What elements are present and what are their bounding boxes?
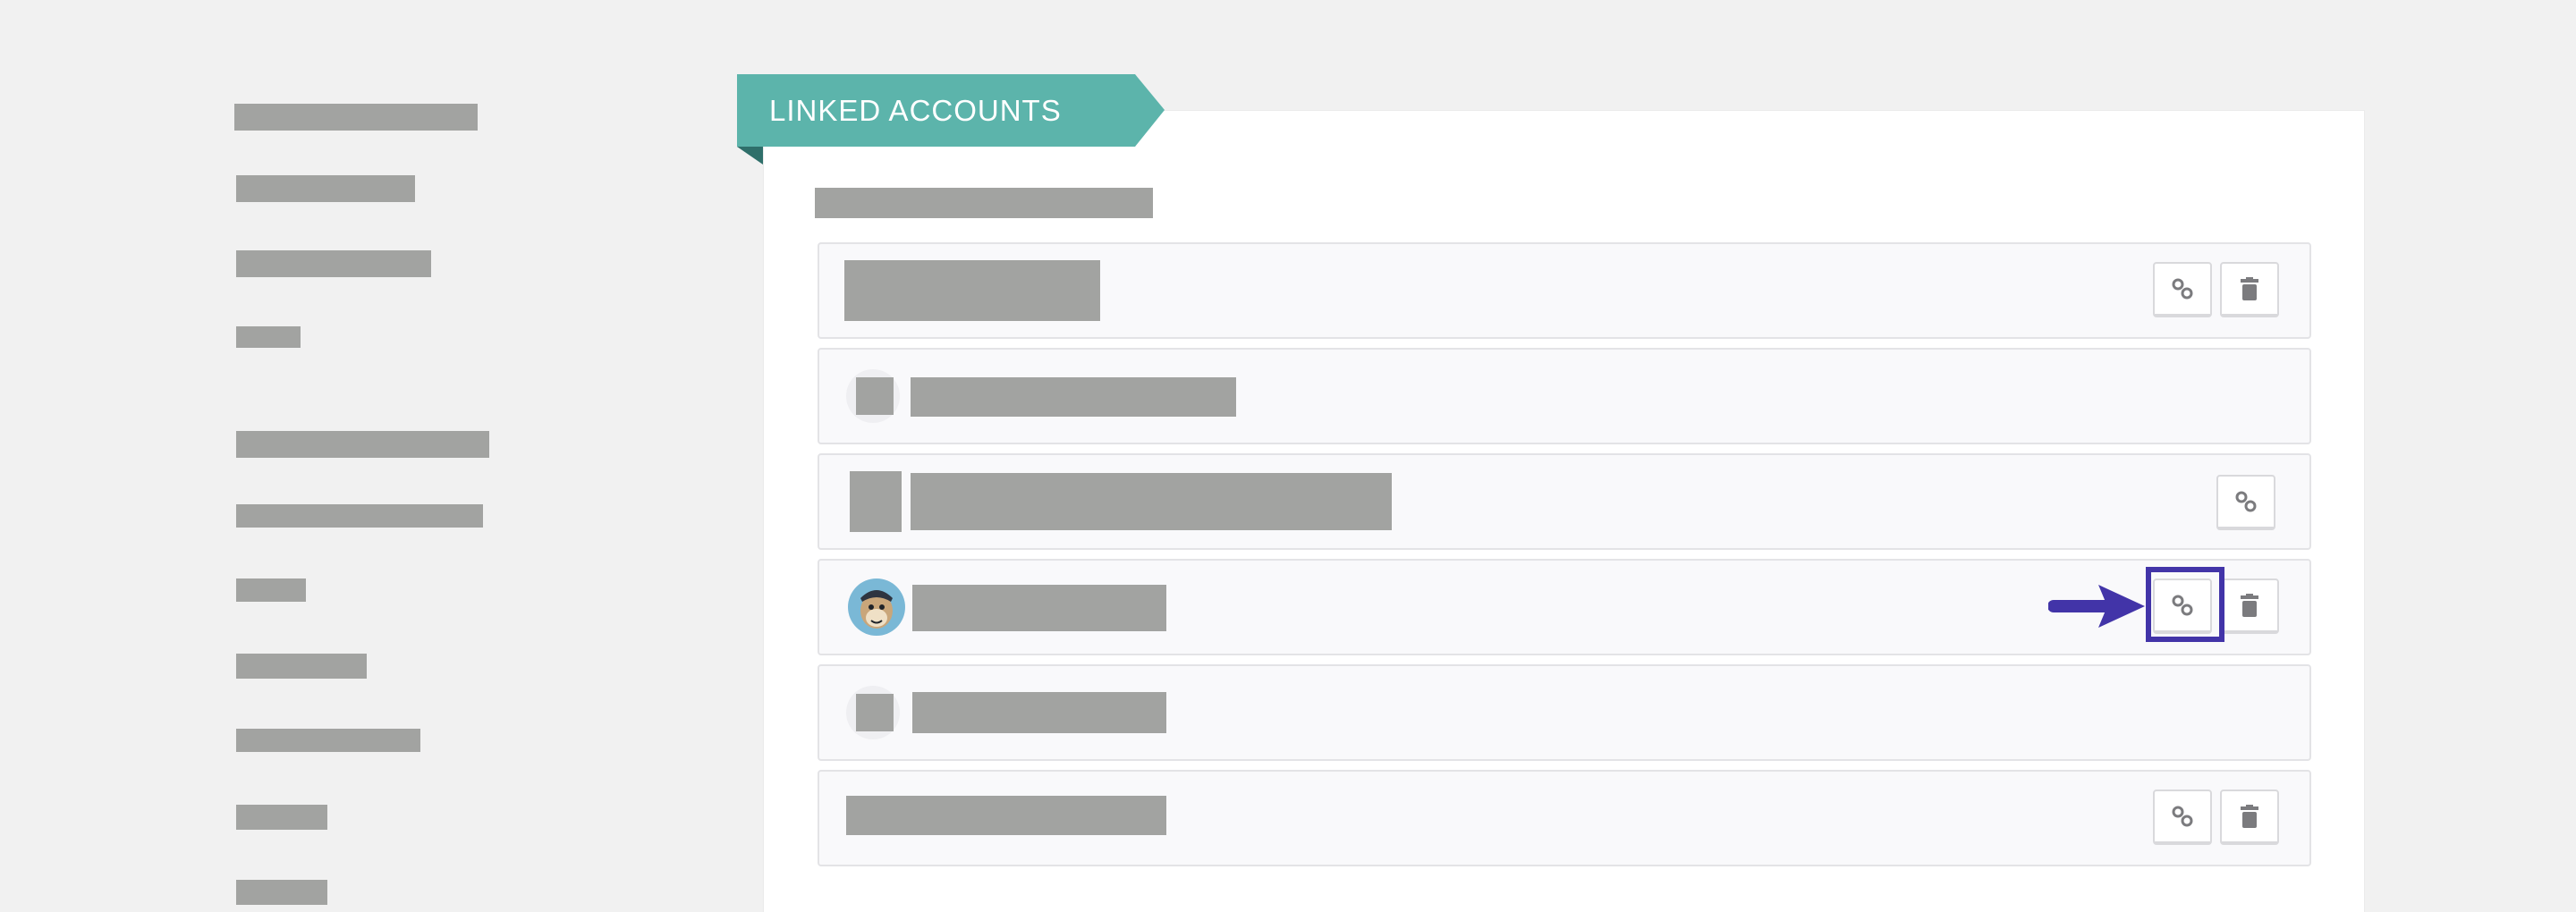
sidebar-item[interactable]	[236, 326, 301, 348]
delete-account-button[interactable]	[2220, 578, 2279, 634]
avatar-placeholder	[856, 377, 894, 415]
account-row	[818, 242, 2311, 339]
account-name	[911, 473, 1392, 530]
sidebar-item[interactable]	[236, 805, 327, 830]
account-name	[912, 692, 1166, 733]
ribbon-fold	[737, 147, 763, 165]
account-name	[846, 796, 1166, 835]
sidebar-item[interactable]	[236, 250, 431, 277]
annotation-highlight	[2146, 567, 2224, 642]
delete-account-button[interactable]	[2220, 790, 2279, 845]
account-name	[912, 585, 1166, 631]
sidebar-item[interactable]	[236, 504, 483, 528]
avatar-placeholder	[856, 694, 894, 731]
link-icon	[2171, 805, 2194, 828]
trash-icon	[2241, 805, 2258, 828]
sidebar-item[interactable]	[236, 578, 306, 602]
link-icon	[2234, 490, 2258, 513]
account-name	[844, 260, 1100, 321]
avatar-placeholder	[850, 471, 902, 532]
account-row	[818, 770, 2311, 866]
trash-icon	[2241, 594, 2258, 617]
link-icon	[2171, 277, 2194, 300]
sidebar-item[interactable]	[234, 104, 478, 131]
sidebar-item[interactable]	[236, 729, 420, 752]
account-row	[818, 453, 2311, 550]
section-ribbon: LINKED ACCOUNTS	[737, 74, 1165, 147]
sidebar-item[interactable]	[236, 431, 489, 458]
trash-icon	[2241, 277, 2258, 300]
section-title: LINKED ACCOUNTS	[769, 93, 1062, 127]
section-heading	[815, 188, 1153, 218]
link-account-button[interactable]	[2216, 475, 2275, 530]
sidebar-item[interactable]	[236, 654, 367, 679]
account-row	[818, 664, 2311, 761]
sidebar-item[interactable]	[236, 175, 415, 202]
annotation-arrow-icon	[2047, 583, 2147, 638]
delete-account-button[interactable]	[2220, 262, 2279, 317]
sidebar-item[interactable]	[236, 880, 327, 905]
account-row	[818, 348, 2311, 444]
mailchimp-avatar	[848, 578, 905, 636]
link-account-button[interactable]	[2153, 790, 2212, 845]
account-name	[911, 377, 1236, 417]
link-account-button[interactable]	[2153, 262, 2212, 317]
page: LINKED ACCOUNTS	[0, 0, 2576, 912]
